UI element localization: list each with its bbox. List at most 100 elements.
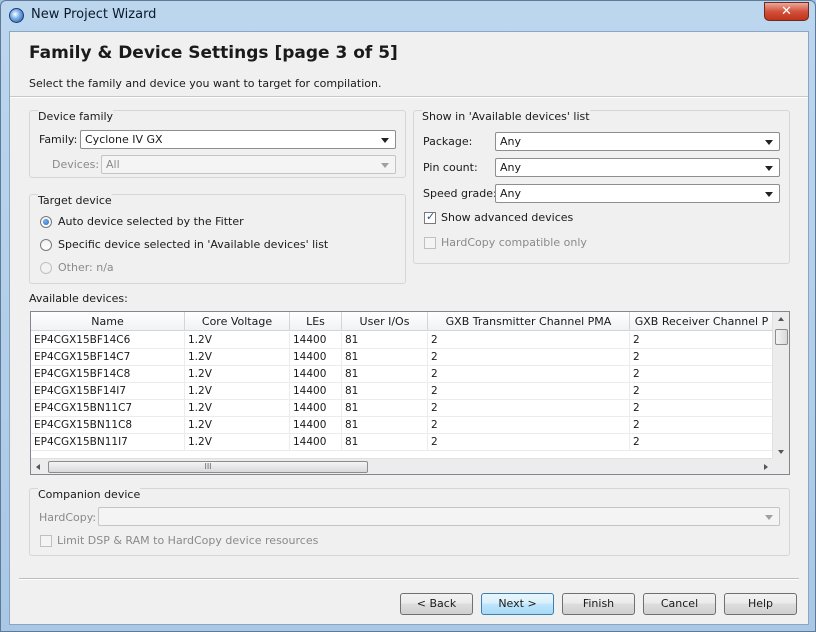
target-device-group-label: Target device bbox=[38, 194, 112, 207]
available-filter-group-label: Show in 'Available devices' list bbox=[422, 110, 590, 123]
cell-gxb-tx: 2 bbox=[428, 366, 630, 383]
cell-les: 14400 bbox=[290, 434, 342, 451]
scroll-left-arrow-icon[interactable] bbox=[36, 464, 40, 470]
column-header-gxb-tx-pma[interactable]: GXB Transmitter Channel PMA bbox=[428, 312, 630, 331]
cell-user-ios: 81 bbox=[342, 383, 428, 400]
table-vertical-scrollbar[interactable] bbox=[772, 312, 789, 459]
other-device-radio[interactable] bbox=[40, 262, 52, 274]
available-devices-table[interactable]: Name Core Voltage LEs User I/Os GXB Tran… bbox=[30, 311, 790, 475]
scroll-down-arrow-icon[interactable] bbox=[778, 450, 784, 454]
target-device-group: Target device Auto device selected by th… bbox=[29, 194, 406, 284]
cell-les: 14400 bbox=[290, 349, 342, 366]
cancel-button[interactable]: Cancel bbox=[643, 593, 716, 615]
cell-user-ios: 81 bbox=[342, 417, 428, 434]
hardcopy-dropdown[interactable] bbox=[98, 507, 780, 526]
wizard-client-area: Family & Device Settings [page 3 of 5] S… bbox=[9, 31, 809, 625]
package-dropdown[interactable]: Any bbox=[495, 132, 780, 151]
hardcopy-compatible-label: HardCopy compatible only bbox=[441, 236, 587, 249]
close-button[interactable]: ✕ bbox=[764, 2, 809, 21]
next-button[interactable]: Next > bbox=[481, 593, 554, 615]
column-header-core-voltage[interactable]: Core Voltage bbox=[185, 312, 290, 331]
cell-gxb-rx: 2 bbox=[633, 385, 640, 397]
table-row[interactable]: EP4CGX15BF14C8 1.2V 14400 81 2 2 bbox=[31, 366, 773, 383]
devices-dropdown[interactable]: All bbox=[101, 155, 396, 174]
scroll-right-arrow-icon[interactable] bbox=[764, 464, 768, 470]
available-devices-label: Available devices: bbox=[29, 292, 128, 305]
cell-gxb-rx: 2 bbox=[633, 351, 640, 363]
table-row[interactable]: EP4CGX15BN11C8 1.2V 14400 81 2 2 bbox=[31, 417, 773, 434]
speed-grade-label: Speed grade: bbox=[423, 187, 497, 200]
column-header-gxb-rx-pma[interactable]: GXB Receiver Channel P bbox=[630, 312, 773, 331]
hardcopy-compatible-checkbox[interactable] bbox=[424, 237, 436, 249]
pin-count-dropdown-value: Any bbox=[500, 161, 522, 174]
cell-gxb-rx: 2 bbox=[633, 402, 640, 414]
cell-gxb-rx: 2 bbox=[633, 334, 640, 346]
cell-gxb-tx: 2 bbox=[428, 400, 630, 417]
package-dropdown-value: Any bbox=[500, 135, 522, 148]
cell-gxb-rx: 2 bbox=[633, 419, 640, 431]
cell-core-voltage: 1.2V bbox=[185, 383, 290, 400]
title-bar[interactable]: New Project Wizard ✕ bbox=[1, 1, 815, 29]
device-family-group: Device family Family: Cyclone IV GX Devi… bbox=[29, 110, 406, 178]
cell-user-ios: 81 bbox=[342, 349, 428, 366]
chevron-down-icon bbox=[381, 138, 389, 143]
speed-grade-dropdown-value: Any bbox=[500, 187, 522, 200]
table-horizontal-scrollbar[interactable]: III bbox=[31, 458, 773, 474]
cell-core-voltage: 1.2V bbox=[185, 417, 290, 434]
specific-device-label[interactable]: Specific device selected in 'Available d… bbox=[58, 238, 328, 251]
vertical-scroll-thumb[interactable] bbox=[775, 329, 788, 345]
device-family-group-label: Device family bbox=[38, 110, 114, 123]
cell-gxb-tx: 2 bbox=[428, 349, 630, 366]
page-subtitle: Select the family and device you want to… bbox=[29, 77, 382, 90]
cell-gxb-rx: 2 bbox=[633, 436, 640, 448]
auto-device-radio[interactable] bbox=[40, 216, 52, 228]
horizontal-scroll-thumb[interactable]: III bbox=[48, 461, 368, 473]
cell-name: EP4CGX15BF14C7 bbox=[31, 349, 185, 366]
cell-user-ios: 81 bbox=[342, 434, 428, 451]
auto-device-label[interactable]: Auto device selected by the Fitter bbox=[58, 215, 244, 228]
cell-les: 14400 bbox=[290, 383, 342, 400]
specific-device-radio[interactable] bbox=[40, 239, 52, 251]
cell-name: EP4CGX15BN11I7 bbox=[31, 434, 185, 451]
limit-dsp-ram-checkbox[interactable] bbox=[40, 535, 52, 547]
table-row[interactable]: EP4CGX15BN11I7 1.2V 14400 81 2 2 bbox=[31, 434, 773, 451]
companion-device-group-label: Companion device bbox=[38, 488, 141, 501]
wizard-window: New Project Wizard ✕ Family & Device Set… bbox=[0, 0, 816, 632]
table-row[interactable]: EP4CGX15BF14I7 1.2V 14400 81 2 2 bbox=[31, 383, 773, 400]
speed-grade-dropdown[interactable]: Any bbox=[495, 184, 780, 203]
cell-core-voltage: 1.2V bbox=[185, 366, 290, 383]
cell-core-voltage: 1.2V bbox=[185, 349, 290, 366]
package-label: Package: bbox=[423, 135, 473, 148]
chevron-down-icon bbox=[381, 163, 389, 168]
help-button[interactable]: Help bbox=[724, 593, 797, 615]
hardcopy-label: HardCopy: bbox=[39, 511, 97, 524]
show-advanced-checkbox[interactable] bbox=[424, 210, 436, 224]
cell-name: EP4CGX15BF14C6 bbox=[31, 332, 185, 349]
table-row[interactable]: EP4CGX15BF14C6 1.2V 14400 81 2 2 bbox=[31, 332, 773, 349]
table-row[interactable]: EP4CGX15BN11C7 1.2V 14400 81 2 2 bbox=[31, 400, 773, 417]
family-dropdown[interactable]: Cyclone IV GX bbox=[80, 130, 396, 149]
cell-les: 14400 bbox=[290, 366, 342, 383]
scroll-up-arrow-icon[interactable] bbox=[778, 317, 784, 321]
column-header-les[interactable]: LEs bbox=[290, 312, 342, 331]
cell-gxb-tx: 2 bbox=[428, 417, 630, 434]
cell-gxb-tx: 2 bbox=[428, 434, 630, 451]
chevron-down-icon bbox=[765, 140, 773, 145]
cell-user-ios: 81 bbox=[342, 332, 428, 349]
column-header-name[interactable]: Name bbox=[31, 312, 185, 331]
show-advanced-label[interactable]: Show advanced devices bbox=[441, 211, 573, 224]
available-filter-group: Show in 'Available devices' list Package… bbox=[413, 110, 790, 264]
chevron-down-icon bbox=[765, 515, 773, 520]
cell-user-ios: 81 bbox=[342, 366, 428, 383]
cell-name: EP4CGX15BN11C8 bbox=[31, 417, 185, 434]
footer-divider bbox=[19, 578, 799, 580]
cell-name: EP4CGX15BF14C8 bbox=[31, 366, 185, 383]
table-row[interactable]: EP4CGX15BF14C7 1.2V 14400 81 2 2 bbox=[31, 349, 773, 366]
limit-dsp-ram-label: Limit DSP & RAM to HardCopy device resou… bbox=[57, 534, 319, 547]
column-header-user-ios[interactable]: User I/Os bbox=[342, 312, 428, 331]
back-button[interactable]: < Back bbox=[400, 593, 473, 615]
cell-les: 14400 bbox=[290, 400, 342, 417]
companion-device-group: Companion device HardCopy: Limit DSP & R… bbox=[29, 488, 790, 556]
pin-count-dropdown[interactable]: Any bbox=[495, 158, 780, 177]
finish-button[interactable]: Finish bbox=[562, 593, 635, 615]
